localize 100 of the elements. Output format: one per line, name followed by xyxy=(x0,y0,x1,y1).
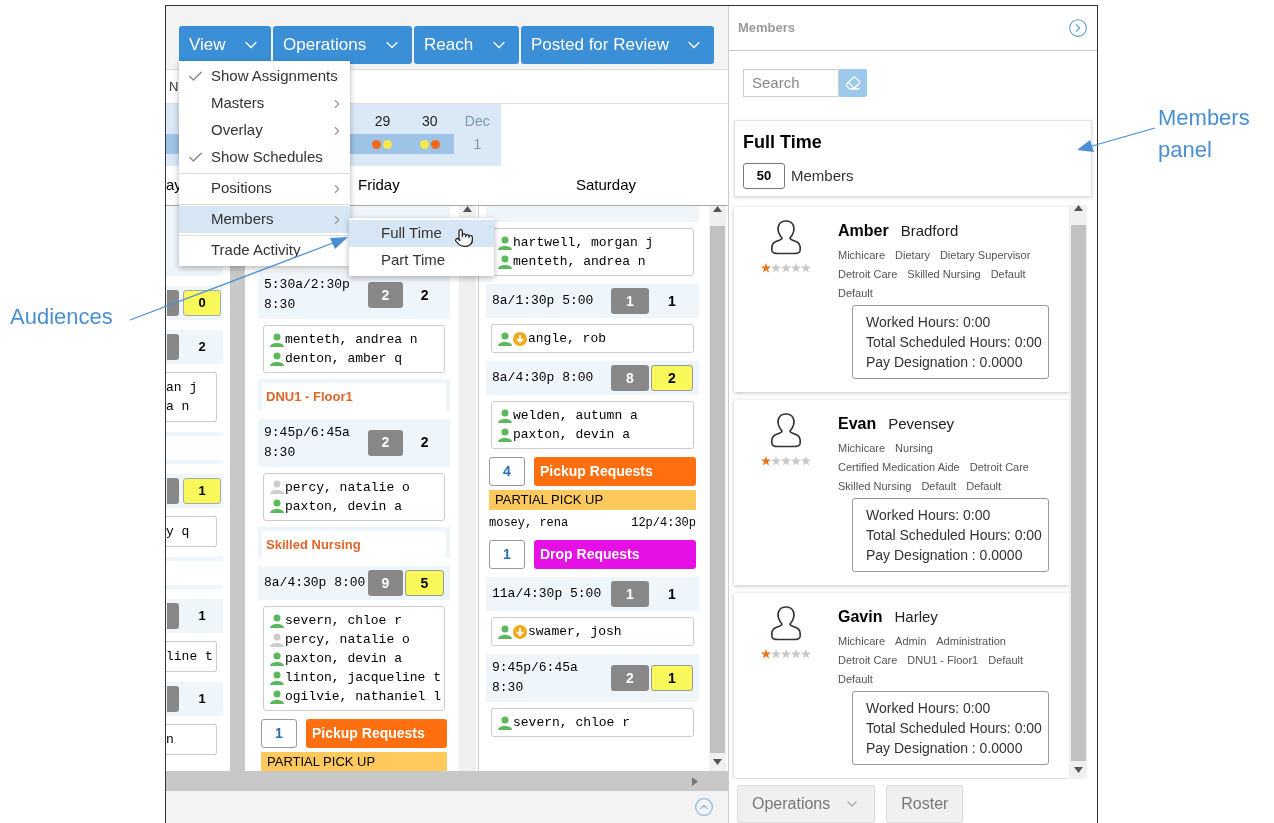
scroll-up-icon[interactable] xyxy=(463,206,472,212)
member-tag: Admin xyxy=(895,631,927,651)
assigned-count: 1 xyxy=(611,581,649,607)
needed-count: 1 xyxy=(667,291,677,311)
count-badge xyxy=(167,290,179,316)
count-badge xyxy=(167,686,179,712)
names-card: n xyxy=(166,724,217,755)
needed-count: 0 xyxy=(183,290,221,316)
names-card: y q xyxy=(166,516,217,547)
collapse-panel-icon[interactable] xyxy=(1068,17,1088,38)
star-icon xyxy=(761,648,771,659)
search-field[interactable]: Search xyxy=(743,68,839,97)
assigned-count: 2 xyxy=(611,665,649,691)
vertical-scrollbar[interactable] xyxy=(708,206,726,771)
star-icon xyxy=(771,455,781,466)
scroll-down-icon[interactable] xyxy=(712,759,722,765)
last-name: Harley xyxy=(894,606,938,627)
down-arrow-circle-icon xyxy=(513,624,527,639)
star-icon xyxy=(801,648,811,659)
star-icon xyxy=(791,262,801,273)
member-tag: Detroit Care xyxy=(969,457,1029,477)
menu-item[interactable]: Part Time xyxy=(349,247,494,274)
scroll-thumb[interactable] xyxy=(1071,224,1086,761)
star-icon xyxy=(781,648,791,659)
hand-cursor-icon xyxy=(454,228,474,248)
needed-count: 5 xyxy=(404,570,444,596)
menu-item[interactable]: Members xyxy=(179,206,350,233)
roster-button[interactable]: Roster xyxy=(886,785,964,823)
member-tag: Default xyxy=(990,264,1026,284)
request-count: 1 xyxy=(489,540,525,569)
panel-title: Members xyxy=(738,19,796,38)
scroll-down-icon[interactable] xyxy=(1074,767,1083,773)
member-name: hartwell, morgan j xyxy=(513,234,654,252)
member-name: paxton, devin a xyxy=(285,497,403,516)
shift-time: 12p/4:30p xyxy=(631,515,696,532)
member-card[interactable]: Amber Bradford Michicare Dietary Dietary Supervisor Detroit Care Skilled Nursing Default Default Worked Hours: 0:00 Total Scheduled Hours: 0:00 Pay Designation : 0.0000 xyxy=(734,206,1069,392)
count-label: Members xyxy=(791,165,854,186)
down-arrow-circle-icon xyxy=(513,331,527,346)
count-badge xyxy=(167,478,179,504)
member-tag: DNU1 - Floor1 xyxy=(907,650,979,670)
last-name: Bradford xyxy=(900,220,959,241)
menu-item[interactable]: Overlay xyxy=(179,117,350,144)
member-tag: Detroit Care xyxy=(838,650,898,670)
count-badge xyxy=(167,334,179,360)
calendar-day[interactable]: 29 xyxy=(358,111,407,132)
group-title: Full Time xyxy=(743,130,823,154)
first-name: Gavin xyxy=(838,606,883,627)
menu-item[interactable]: Full Time xyxy=(349,220,494,247)
menu-item[interactable]: Show Assignments xyxy=(179,63,350,90)
member-name: severn, chloe r xyxy=(513,714,631,732)
operations-dropdown[interactable]: Operations xyxy=(737,785,876,823)
member-name: mosey, rena xyxy=(489,515,569,532)
member-tag: Dietary xyxy=(895,245,930,265)
scroll-up-icon[interactable] xyxy=(1074,204,1083,211)
clear-search-button[interactable] xyxy=(839,68,867,97)
member-name: ogilvie, nathaniel l xyxy=(285,688,442,706)
assigned-count: 2 xyxy=(367,282,404,308)
member-tag: Default xyxy=(966,476,1002,496)
member-tag: Dietary Supervisor xyxy=(939,245,1031,265)
member-tag: Default xyxy=(838,283,873,303)
star-icon xyxy=(771,262,781,273)
calendar-day[interactable]: 30 xyxy=(406,111,454,132)
shift-time: 11a/4:30p 5:00 xyxy=(492,585,603,603)
menu-item[interactable]: Masters xyxy=(179,90,350,117)
assigned-count: 8 xyxy=(611,365,649,391)
first-name: Evan xyxy=(838,413,877,434)
vertical-scrollbar[interactable] xyxy=(1070,204,1087,779)
member-name: swamer, josh xyxy=(528,623,622,641)
member-name: paxton, devin a xyxy=(285,650,403,668)
request-count: 4 xyxy=(489,457,525,486)
scroll-up-icon[interactable] xyxy=(712,206,722,212)
menu-item[interactable]: Show Schedules xyxy=(179,144,350,171)
menu-item[interactable]: Positions xyxy=(179,175,350,202)
count-badge xyxy=(167,603,179,629)
needed-count: 1 xyxy=(667,584,677,604)
assigned-count: 1 xyxy=(611,288,649,314)
shift-time: 9:45p/6:45a 8:30 xyxy=(492,659,579,697)
hours-summary: Worked Hours: 0:00 Total Scheduled Hours: 0:00 Pay Designation : 0.0000 xyxy=(852,497,1049,572)
member-name: paxton, devin a xyxy=(513,426,631,444)
request-count: 1 xyxy=(261,719,297,748)
star-icon xyxy=(791,455,801,466)
hours-summary: Worked Hours: 0:00 Total Scheduled Hours: 0:00 Pay Designation : 0.0000 xyxy=(852,304,1049,379)
shift-time: 8a/1:30p 5:00 xyxy=(492,292,595,310)
member-tag: Nursing xyxy=(895,438,933,458)
needed-count: 1 xyxy=(183,478,221,504)
scroll-right-icon[interactable] xyxy=(692,776,698,786)
member-tag: Certified Medication Aide xyxy=(838,457,960,477)
requests-button[interactable]: Drop Requests xyxy=(534,540,696,569)
day-header: Saturday xyxy=(576,175,637,196)
collapse-up-icon[interactable] xyxy=(694,797,714,817)
member-card[interactable]: Evan Pevensey Michicare Nursing Certified Medication Aide Detroit Care Skilled Nursing Default Default Worked Hours: 0:00 Total Scheduled Hours: 0:00 Pay Designation : 0.0000 xyxy=(734,399,1069,585)
scroll-thumb[interactable] xyxy=(709,226,725,753)
member-card[interactable]: Gavin Harley Michicare Admin Administration Detroit Care DNU1 - Floor1 Default Default Worked Hours: 0:00 Total Scheduled Hours: 0:00 Pay Designation : 0.0000 xyxy=(734,592,1069,778)
member-name: severn, chloe r xyxy=(285,612,403,630)
horizontal-scrollbar[interactable] xyxy=(166,771,728,791)
person-outline-icon xyxy=(770,411,802,448)
menu-item[interactable]: Trade Activity xyxy=(179,237,350,264)
star-icon xyxy=(761,455,771,466)
partial-pickup-banner: PARTIAL PICK UP xyxy=(489,490,696,510)
member-name: denton, amber q xyxy=(285,350,403,368)
